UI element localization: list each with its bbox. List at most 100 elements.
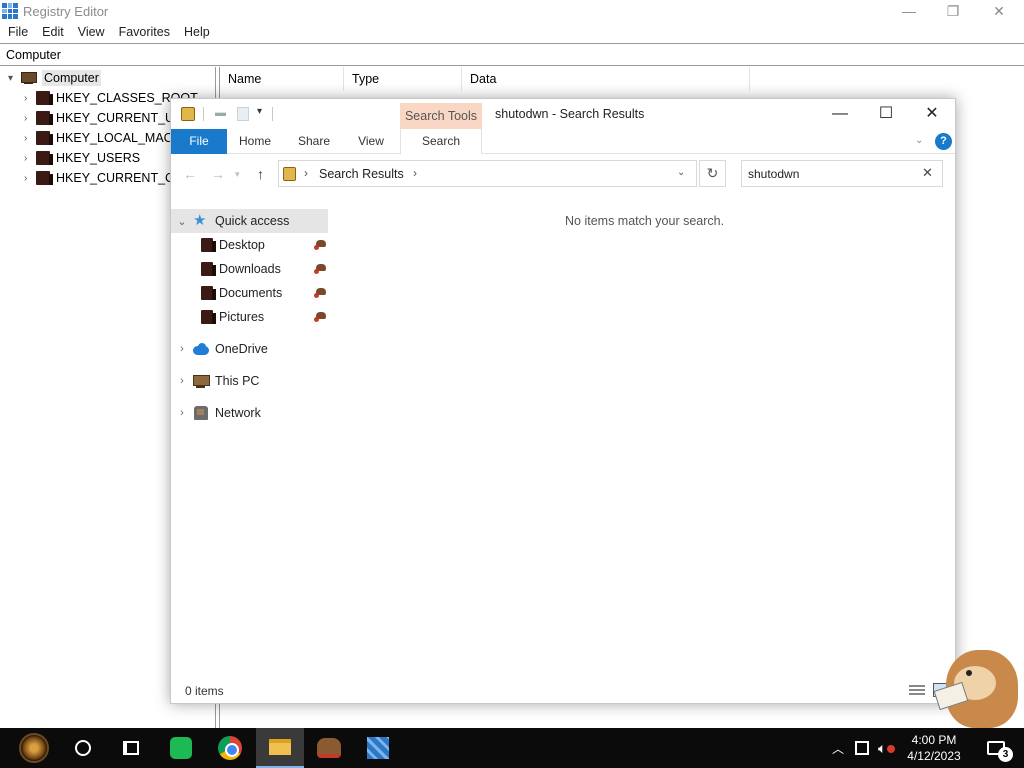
registry-editor-titlebar: Registry Editor — ❐ ✕ bbox=[0, 0, 1024, 22]
clock[interactable]: 4:00 PM 4/12/2023 bbox=[898, 728, 970, 768]
column-header-data[interactable]: Data bbox=[462, 67, 750, 91]
close-button[interactable]: ✕ bbox=[976, 0, 1022, 22]
menu-favorites[interactable]: Favorites bbox=[112, 22, 177, 42]
desktop-folder-icon bbox=[201, 238, 216, 252]
tree-item-computer[interactable]: ▾ Computer bbox=[8, 69, 101, 87]
column-header-name[interactable]: Name bbox=[220, 67, 344, 91]
taskbar-app-file-explorer[interactable] bbox=[256, 728, 304, 768]
expand-icon[interactable]: › bbox=[171, 343, 193, 355]
task-view-button[interactable] bbox=[107, 728, 155, 768]
search-button[interactable] bbox=[59, 728, 107, 768]
quick-access-toolbar-dropdown-icon[interactable]: ▾ bbox=[257, 106, 262, 117]
downloads-folder-icon bbox=[201, 262, 216, 276]
address-history-dropdown-icon[interactable]: ⌄ bbox=[677, 167, 685, 178]
breadcrumb-chevron-icon[interactable]: › bbox=[413, 166, 417, 180]
nav-item-this-pc[interactable]: › This PC bbox=[171, 369, 328, 393]
column-header-type[interactable]: Type bbox=[344, 67, 462, 91]
action-center-button[interactable]: 3 bbox=[978, 728, 1014, 768]
computer-icon bbox=[193, 373, 210, 389]
minimize-button[interactable]: — bbox=[817, 99, 863, 129]
folder-icon bbox=[36, 151, 53, 165]
tab-file[interactable]: File bbox=[171, 129, 227, 154]
navigation-pane: ⌄ ★ Quick access Desktop Downloads Docum… bbox=[171, 209, 331, 679]
taskbar: ︿ 🔈︎ 4:00 PM 4/12/2023 3 bbox=[0, 728, 1024, 768]
folder-icon bbox=[36, 91, 53, 105]
restore-button[interactable]: ❐ bbox=[930, 0, 976, 22]
taskbar-app-chrome[interactable] bbox=[206, 728, 254, 768]
address-bar[interactable]: › Search Results › ⌄ bbox=[278, 160, 697, 187]
properties-icon[interactable]: ▬ bbox=[215, 108, 229, 119]
nav-item-quick-access[interactable]: ⌄ ★ Quick access bbox=[171, 209, 328, 233]
expand-icon[interactable]: › bbox=[24, 173, 36, 184]
folder-icon bbox=[36, 131, 53, 145]
volume-tray-icon[interactable]: 🔈︎ bbox=[878, 728, 886, 768]
search-input[interactable]: shutodwn bbox=[748, 167, 799, 181]
registry-address-bar[interactable]: Computer bbox=[0, 43, 1024, 66]
taskbar-app-spotify[interactable] bbox=[157, 728, 205, 768]
menu-help[interactable]: Help bbox=[177, 22, 217, 42]
nav-item-onedrive[interactable]: › OneDrive bbox=[171, 337, 328, 361]
nav-item-label: Pictures bbox=[219, 310, 265, 324]
menu-file[interactable]: File bbox=[1, 22, 35, 42]
expand-icon[interactable]: › bbox=[24, 133, 36, 144]
breadcrumb-chevron-icon[interactable]: › bbox=[304, 166, 308, 180]
recent-locations-icon[interactable]: ▾ bbox=[235, 169, 240, 180]
collapse-icon[interactable]: ▾ bbox=[8, 73, 20, 84]
tab-search[interactable]: Search bbox=[400, 129, 482, 154]
nav-item-label: Desktop bbox=[219, 238, 265, 252]
tree-item-hkey-local-machine[interactable]: › HKEY_LOCAL_MAC bbox=[24, 129, 173, 147]
nav-item-documents[interactable]: Documents bbox=[171, 281, 328, 305]
breadcrumb-search-results[interactable]: Search Results bbox=[319, 167, 404, 181]
tab-view[interactable]: View bbox=[347, 129, 395, 154]
network-tray-icon[interactable] bbox=[855, 728, 869, 768]
collapse-icon[interactable]: ⌄ bbox=[171, 215, 193, 228]
nav-item-desktop[interactable]: Desktop bbox=[171, 233, 328, 257]
clear-search-icon[interactable]: ✕ bbox=[922, 165, 933, 181]
tab-home[interactable]: Home bbox=[231, 129, 279, 154]
back-arrow-icon[interactable]: ← bbox=[183, 166, 197, 182]
tab-share[interactable]: Share bbox=[289, 129, 339, 154]
expand-icon[interactable]: › bbox=[24, 113, 36, 124]
refresh-icon: ↻ bbox=[706, 165, 719, 181]
forward-arrow-icon[interactable]: → bbox=[211, 166, 225, 182]
explorer-titlebar: ▬ ▾ Search Tools shutodwn - Search Resul… bbox=[171, 99, 955, 130]
help-icon[interactable]: ? bbox=[935, 133, 952, 150]
nav-item-pictures[interactable]: Pictures bbox=[171, 305, 328, 329]
close-button[interactable]: ✕ bbox=[909, 99, 955, 129]
expand-icon[interactable]: › bbox=[171, 375, 193, 387]
pictures-folder-icon bbox=[201, 310, 216, 324]
show-hidden-icons-button[interactable]: ︿ bbox=[832, 728, 844, 768]
tree-item-hkey-current-config[interactable]: › HKEY_CURRENT_C bbox=[24, 169, 174, 187]
nav-item-network[interactable]: › Network bbox=[171, 401, 328, 425]
search-results-folder-icon bbox=[283, 167, 296, 181]
new-folder-icon[interactable] bbox=[237, 107, 249, 121]
taskbar-app-hamster[interactable] bbox=[305, 728, 353, 768]
tree-item-hkey-users[interactable]: › HKEY_USERS bbox=[24, 149, 140, 167]
search-box[interactable]: shutodwn ✕ bbox=[741, 160, 943, 187]
empty-results-message: No items match your search. bbox=[565, 214, 725, 228]
taskbar-app-registry-editor[interactable] bbox=[354, 728, 402, 768]
nav-item-label: OneDrive bbox=[215, 342, 268, 356]
start-button[interactable] bbox=[10, 728, 58, 768]
start-icon bbox=[19, 733, 49, 763]
menu-edit[interactable]: Edit bbox=[35, 22, 71, 42]
tree-item-hkey-current-user[interactable]: › HKEY_CURRENT_U bbox=[24, 109, 174, 127]
expand-ribbon-icon[interactable]: ⌄ bbox=[915, 135, 923, 146]
expand-icon[interactable]: › bbox=[24, 93, 36, 104]
computer-icon bbox=[20, 71, 38, 85]
details-view-icon[interactable] bbox=[909, 685, 925, 697]
minimize-button[interactable]: — bbox=[886, 0, 932, 22]
expand-icon[interactable]: › bbox=[171, 407, 193, 419]
window-title: shutodwn - Search Results bbox=[495, 107, 645, 121]
up-arrow-icon[interactable]: ↑ bbox=[257, 166, 264, 182]
menu-view[interactable]: View bbox=[71, 22, 112, 42]
expand-icon[interactable]: › bbox=[24, 153, 36, 164]
refresh-button[interactable]: ↻ bbox=[699, 160, 726, 187]
nav-item-downloads[interactable]: Downloads bbox=[171, 257, 328, 281]
maximize-button[interactable]: ☐ bbox=[863, 99, 909, 129]
notification-icon: 3 bbox=[987, 741, 1013, 762]
clock-date: 4/12/2023 bbox=[907, 749, 961, 763]
chrome-icon bbox=[218, 736, 242, 760]
status-item-count: 0 items bbox=[185, 684, 224, 698]
nav-item-label: Downloads bbox=[219, 262, 281, 276]
